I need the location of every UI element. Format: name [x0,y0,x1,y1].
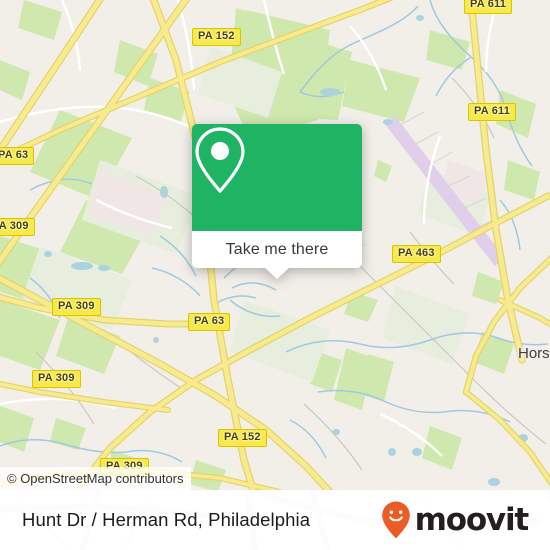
location-popup[interactable]: Take me there [192,124,362,279]
road-shield: PA 309 [32,370,81,388]
popup-header [192,124,362,231]
footer-bar: Hunt Dr / Herman Rd, Philadelphia moovit [0,490,550,550]
moovit-wordmark: moovit [414,501,530,538]
road-shield: PA 463 [392,245,441,263]
address-label: Hunt Dr / Herman Rd, Philadelphia [22,490,310,550]
map-screenshot: PA 152 PA 611 PA 611 PA 63 PA 309 PA 463… [0,0,550,550]
address-text: Hunt Dr / Herman Rd, Philadelphia [22,509,311,530]
attribution-text: © OpenStreetMap contributors [7,471,184,486]
road-shield: PA 152 [192,28,241,46]
road-shield: PA 611 [468,103,517,121]
popup-pointer [264,267,290,279]
place-label-horsham: Hors [518,345,550,362]
moovit-pin-smiley-icon [381,501,410,539]
road-shield: PA 309 [52,298,101,316]
road-shield: PA 63 [188,313,231,331]
road-shield: PA 309 [0,218,35,236]
map-canvas[interactable]: PA 152 PA 611 PA 611 PA 63 PA 309 PA 463… [0,0,550,492]
location-pin-icon [195,127,245,193]
road-shield: PA 611 [464,0,513,14]
popup-action[interactable]: Take me there [192,231,362,268]
road-shield: PA 152 [218,429,267,447]
map-attribution[interactable]: © OpenStreetMap contributors [0,467,191,491]
road-shield: PA 63 [0,147,35,165]
take-me-there-label: Take me there [225,240,329,258]
moovit-logo[interactable]: moovit [381,490,530,550]
